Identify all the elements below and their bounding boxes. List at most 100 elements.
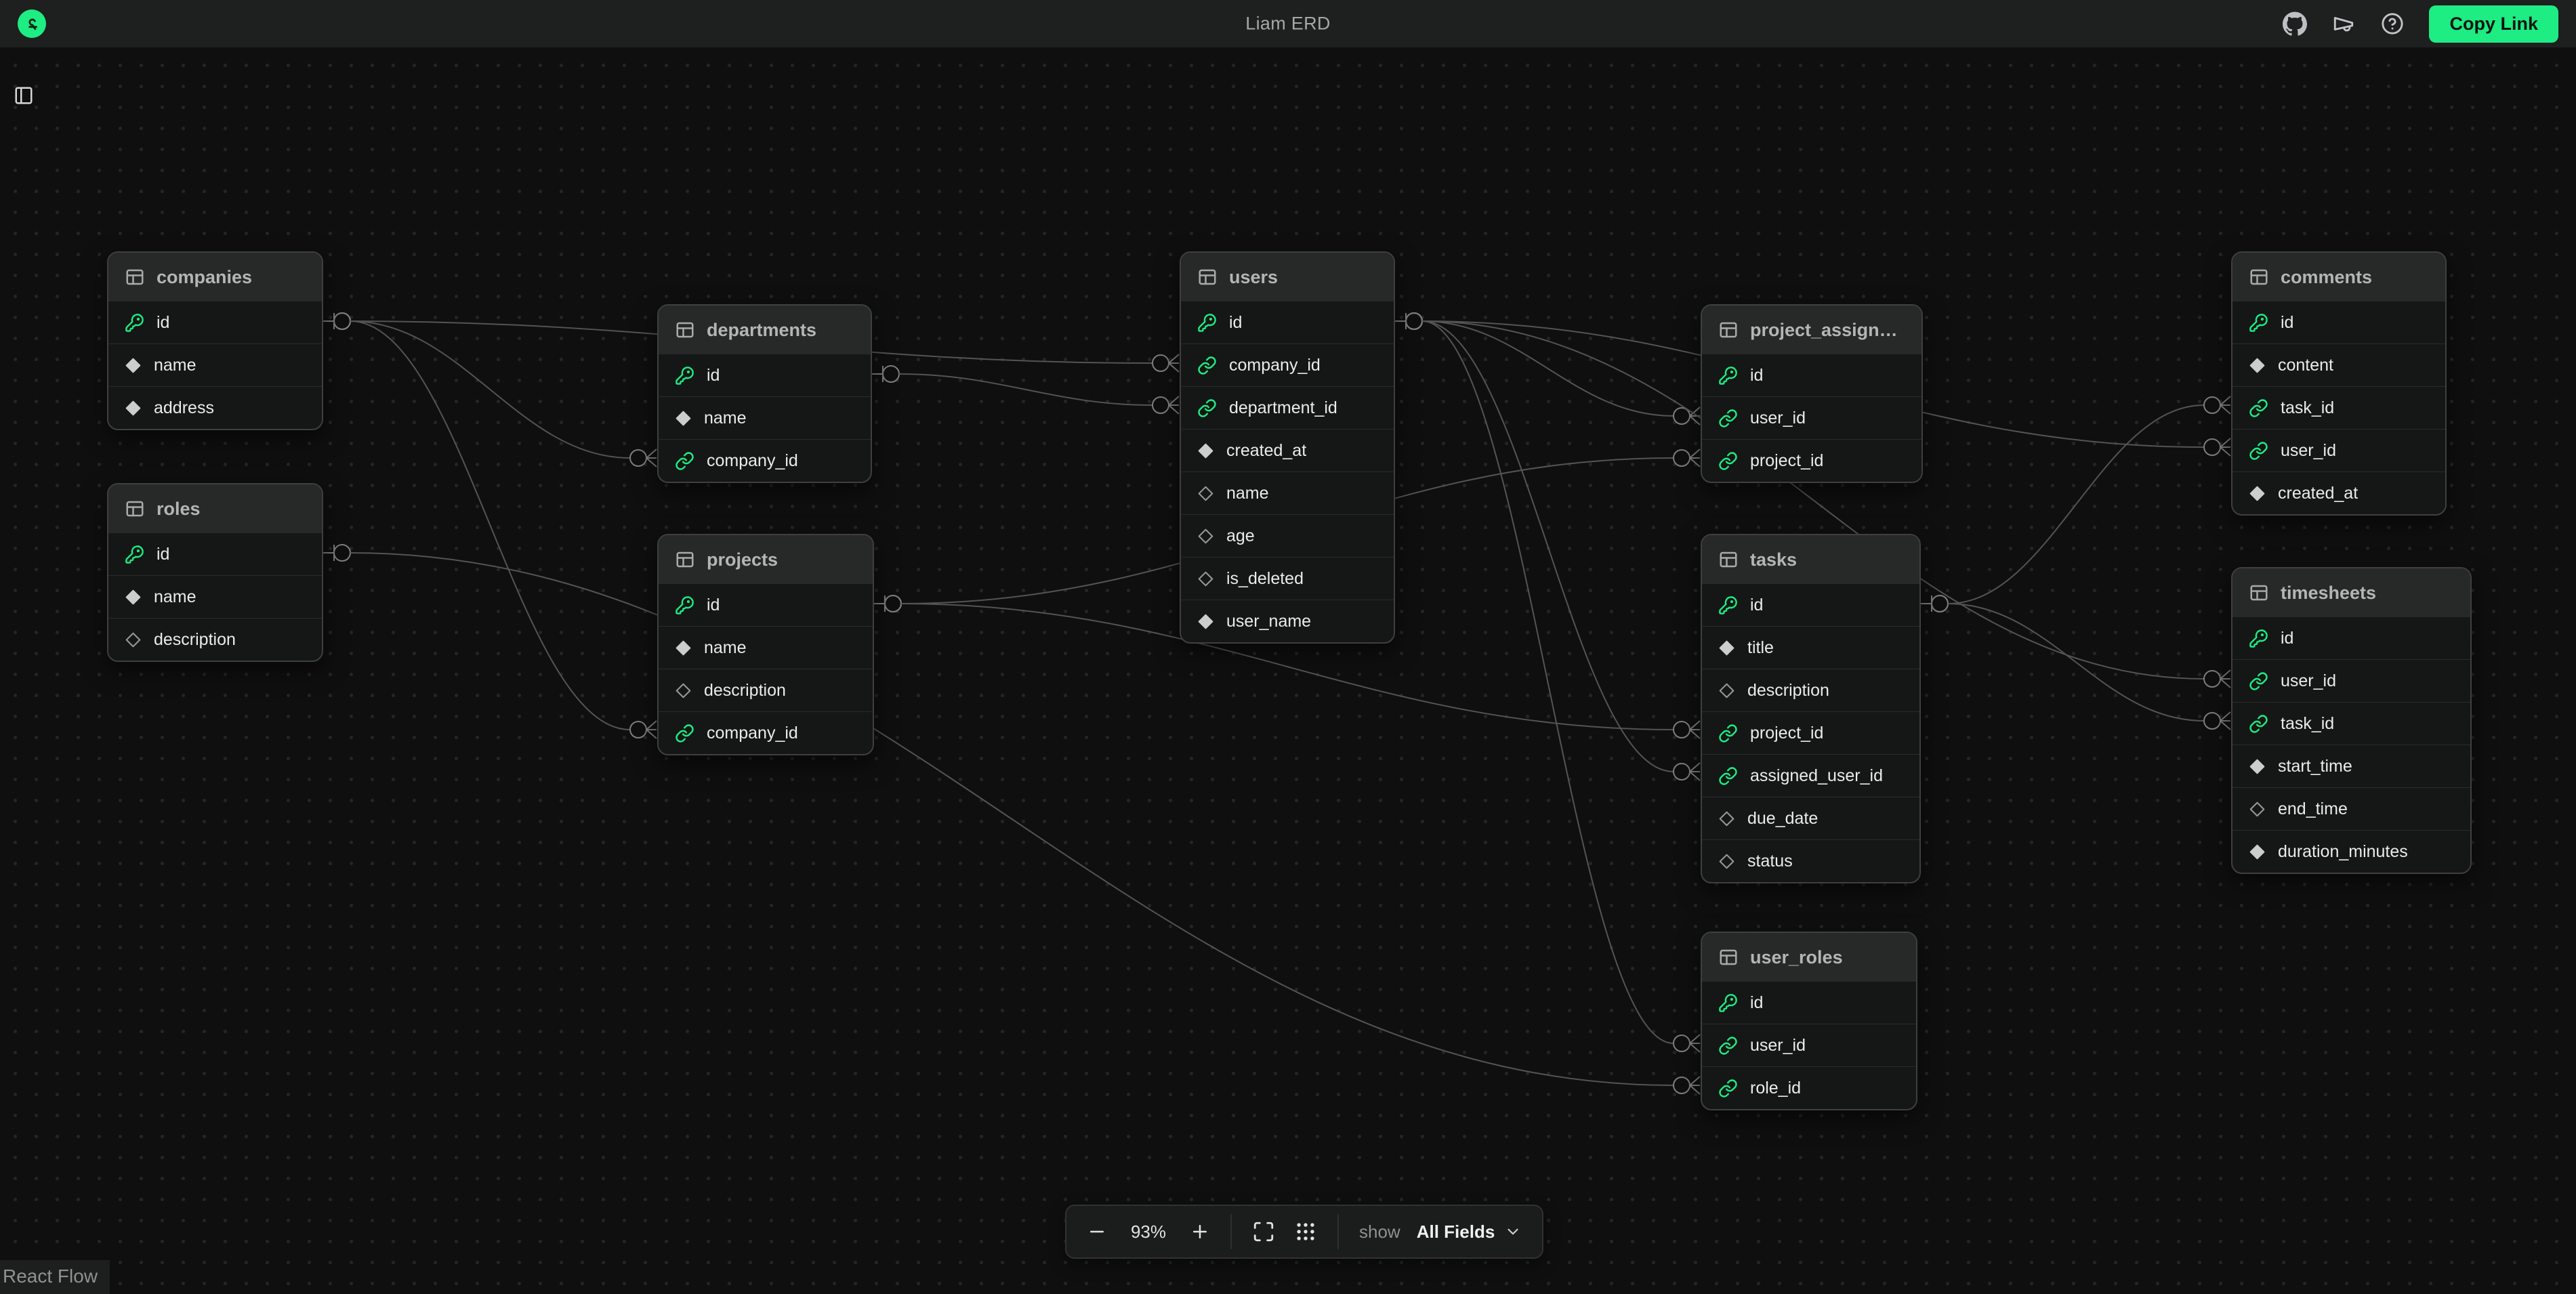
table-header-user_roles[interactable]: user_roles <box>1702 933 1916 982</box>
key-icon <box>1718 993 1738 1013</box>
field-row-users-age[interactable]: age <box>1181 514 1394 557</box>
table-name: user_roles <box>1750 947 1843 968</box>
table-header-users[interactable]: users <box>1181 253 1394 301</box>
field-row-timesheets-task_id[interactable]: task_id <box>2232 702 2470 745</box>
table-node-projects[interactable]: projectsidnamedescription company_id <box>657 534 874 755</box>
react-flow-attribution[interactable]: React Flow <box>0 1260 110 1294</box>
key-icon <box>1197 313 1217 333</box>
field-row-roles-id[interactable]: id <box>108 533 322 575</box>
field-row-tasks-status[interactable]: status <box>1702 839 1919 882</box>
diamond-filled-icon <box>125 357 142 374</box>
field-name: created_at <box>2278 484 2358 503</box>
erd-canvas[interactable] <box>0 47 2576 1294</box>
help-button[interactable] <box>2380 12 2405 36</box>
field-row-user_roles-role_id[interactable]: role_id <box>1702 1066 1916 1109</box>
diamond-outline-icon <box>1197 570 1214 587</box>
feedback-button[interactable] <box>2331 12 2356 36</box>
field-row-timesheets-duration_minutes[interactable]: duration_minutes <box>2232 830 2470 873</box>
field-row-user_roles-user_id[interactable]: user_id <box>1702 1024 1916 1066</box>
field-row-timesheets-start_time[interactable]: start_time <box>2232 745 2470 787</box>
copy-link-button[interactable]: Copy Link <box>2429 5 2558 43</box>
field-row-timesheets-user_id[interactable]: user_id <box>2232 659 2470 702</box>
field-row-comments-created_at[interactable]: created_at <box>2232 472 2445 514</box>
field-name: id <box>707 366 720 385</box>
field-row-users-department_id[interactable]: department_id <box>1181 386 1394 429</box>
table-name: companies <box>157 267 252 288</box>
table-node-project_assignments[interactable]: project_assignme...id user_id project_id <box>1701 304 1923 483</box>
field-row-projects-id[interactable]: id <box>659 584 873 626</box>
fit-view-button[interactable] <box>1249 1217 1278 1246</box>
field-row-tasks-title[interactable]: title <box>1702 626 1919 669</box>
field-row-projects-name[interactable]: name <box>659 626 873 669</box>
minus-icon <box>1087 1222 1107 1242</box>
table-name: users <box>1229 267 1278 288</box>
diamond-outline-icon <box>675 682 692 699</box>
table-header-companies[interactable]: companies <box>108 253 322 301</box>
field-row-tasks-description[interactable]: description <box>1702 669 1919 711</box>
field-name: company_id <box>707 451 798 471</box>
table-node-users[interactable]: users idcompany_iddepartment_idcreated_at… <box>1180 251 1395 644</box>
diamond-filled-icon <box>1197 442 1214 459</box>
field-row-users-created_at[interactable]: created_at <box>1181 429 1394 472</box>
field-row-tasks-assigned_user_id[interactable]: assigned_user_id <box>1702 754 1919 797</box>
field-row-roles-name[interactable]: name <box>108 575 322 618</box>
field-row-comments-task_id[interactable]: task_id <box>2232 386 2445 429</box>
zoom-level[interactable]: 93% <box>1123 1222 1173 1243</box>
field-row-companies-id[interactable]: id <box>108 301 322 343</box>
field-row-projects-company_id[interactable]: company_id <box>659 711 873 754</box>
field-name: user_id <box>1750 409 1806 428</box>
table-node-departments[interactable]: departments id name company_id <box>657 304 872 483</box>
show-fields-dropdown[interactable]: All Fields <box>1414 1217 1525 1247</box>
table-header-comments[interactable]: comments <box>2232 253 2445 301</box>
field-row-project_assignments-project_id[interactable]: project_id <box>1702 439 1921 482</box>
field-row-comments-id[interactable]: id <box>2232 301 2445 343</box>
field-row-timesheets-end_time[interactable]: end_time <box>2232 787 2470 830</box>
table-icon <box>1718 947 1739 967</box>
zoom-in-button[interactable] <box>1187 1219 1213 1245</box>
table-name: roles <box>157 499 201 520</box>
sidebar-toggle-button[interactable] <box>14 85 34 106</box>
table-header-timesheets[interactable]: timesheets <box>2232 568 2470 617</box>
field-row-tasks-project_id[interactable]: project_id <box>1702 711 1919 754</box>
field-row-users-user_name[interactable]: user_name <box>1181 600 1394 642</box>
table-header-projects[interactable]: projects <box>659 535 873 584</box>
field-row-comments-content[interactable]: content <box>2232 343 2445 386</box>
liam-logo[interactable] <box>18 9 46 38</box>
field-row-project_assignments-id[interactable]: id <box>1702 354 1921 396</box>
table-node-roles[interactable]: roles idname description <box>107 483 323 662</box>
table-node-user_roles[interactable]: user_rolesiduser_idrole_id <box>1701 932 1917 1110</box>
field-row-user_roles-id[interactable]: id <box>1702 982 1916 1024</box>
table-header-departments[interactable]: departments <box>659 306 871 354</box>
table-fields: id name company_id <box>659 354 871 482</box>
github-link[interactable] <box>2283 12 2307 36</box>
table-node-companies[interactable]: companies idnameaddress <box>107 251 323 430</box>
table-header-roles[interactable]: roles <box>108 484 322 533</box>
table-node-timesheets[interactable]: timesheetsiduser_idtask_idstart_timeend_… <box>2231 567 2472 874</box>
field-row-users-id[interactable]: id <box>1181 301 1394 343</box>
field-name: description <box>154 630 236 650</box>
table-header-tasks[interactable]: tasks <box>1702 535 1919 584</box>
field-row-timesheets-id[interactable]: id <box>2232 617 2470 659</box>
tidy-up-button[interactable] <box>1291 1217 1320 1246</box>
field-row-tasks-due_date[interactable]: due_date <box>1702 797 1919 839</box>
table-node-comments[interactable]: commentsidcontenttask_iduser_id created_a… <box>2231 251 2447 516</box>
table-icon <box>1718 320 1739 340</box>
key-icon <box>675 596 694 615</box>
field-row-departments-name[interactable]: name <box>659 396 871 439</box>
zoom-out-button[interactable] <box>1084 1219 1110 1245</box>
field-row-roles-description[interactable]: description <box>108 618 322 661</box>
field-row-companies-name[interactable]: name <box>108 343 322 386</box>
field-row-users-name[interactable]: name <box>1181 472 1394 514</box>
field-row-projects-description[interactable]: description <box>659 669 873 711</box>
field-row-departments-company_id[interactable]: company_id <box>659 439 871 482</box>
field-row-users-is_deleted[interactable]: is_deleted <box>1181 557 1394 600</box>
field-row-comments-user_id[interactable]: user_id <box>2232 429 2445 472</box>
table-node-tasks[interactable]: tasksidtitledescriptionproject_idassigne… <box>1701 534 1921 883</box>
field-name: company_id <box>707 724 798 743</box>
field-row-companies-address[interactable]: address <box>108 386 322 429</box>
table-header-project_assignments[interactable]: project_assignme... <box>1702 306 1921 354</box>
field-row-project_assignments-user_id[interactable]: user_id <box>1702 396 1921 439</box>
field-row-users-company_id[interactable]: company_id <box>1181 343 1394 386</box>
field-row-departments-id[interactable]: id <box>659 354 871 396</box>
field-row-tasks-id[interactable]: id <box>1702 584 1919 626</box>
